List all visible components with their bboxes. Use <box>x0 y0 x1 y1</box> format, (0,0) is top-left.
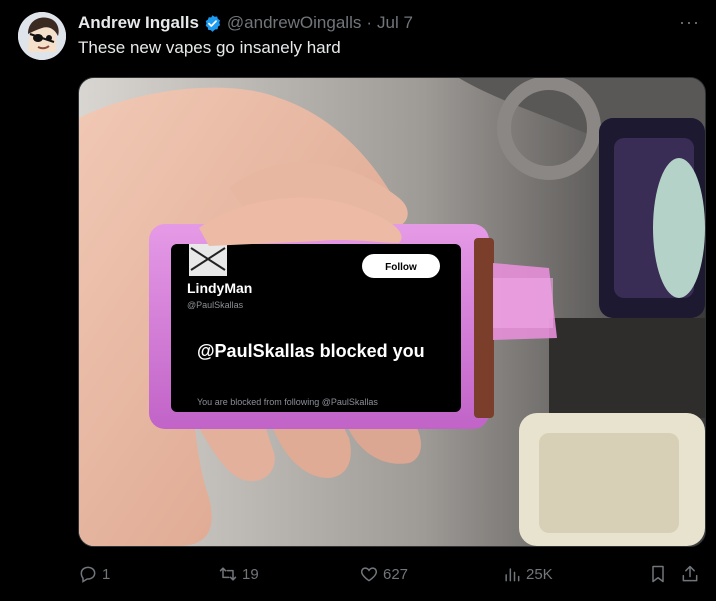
screen-profile-name: LindyMan <box>187 280 252 296</box>
avatar-image <box>18 12 66 60</box>
views-count: 25K <box>526 565 553 583</box>
author-handle[interactable]: @andrewOingalls <box>227 13 361 33</box>
post-date[interactable]: Jul 7 <box>377 13 413 33</box>
views-button[interactable]: 25K <box>502 560 553 588</box>
reply-icon <box>80 566 96 583</box>
repost-button[interactable]: 19 <box>218 560 259 588</box>
separator: · <box>366 13 373 32</box>
tweet-header: Andrew Ingalls @andrewOingalls · Jul 7 ·… <box>78 12 700 34</box>
reply-count: 1 <box>102 565 111 583</box>
repost-icon <box>219 567 237 581</box>
verified-badge-icon[interactable] <box>203 14 222 33</box>
screen-blocked-subtitle: You are blocked from following @PaulSkal… <box>197 397 378 407</box>
action-bar: 1 19 627 25K <box>78 560 704 588</box>
reply-button[interactable]: 1 <box>78 560 110 588</box>
views-chart-icon <box>505 568 520 582</box>
like-button[interactable]: 627 <box>359 560 408 588</box>
screen-follow-label: Follow <box>385 262 417 273</box>
heart-icon <box>360 567 378 582</box>
more-options-icon[interactable]: ··· <box>679 12 700 33</box>
bookmark-button[interactable] <box>648 560 668 588</box>
screen-blocked-title: @PaulSkallas blocked you <box>197 341 425 361</box>
share-button[interactable] <box>680 560 700 588</box>
tweet-image[interactable]: Follow LindyMan @PaulSkallas @PaulSkalla… <box>78 77 706 547</box>
like-count: 627 <box>383 565 409 583</box>
bookmark-icon <box>652 565 664 583</box>
repost-count: 19 <box>242 565 259 583</box>
avatar[interactable] <box>18 12 66 60</box>
author-name[interactable]: Andrew Ingalls <box>78 13 199 33</box>
tweet-text: These new vapes go insanely hard <box>78 38 341 57</box>
share-icon <box>682 565 698 582</box>
screen-profile-handle: @PaulSkallas <box>187 300 244 310</box>
